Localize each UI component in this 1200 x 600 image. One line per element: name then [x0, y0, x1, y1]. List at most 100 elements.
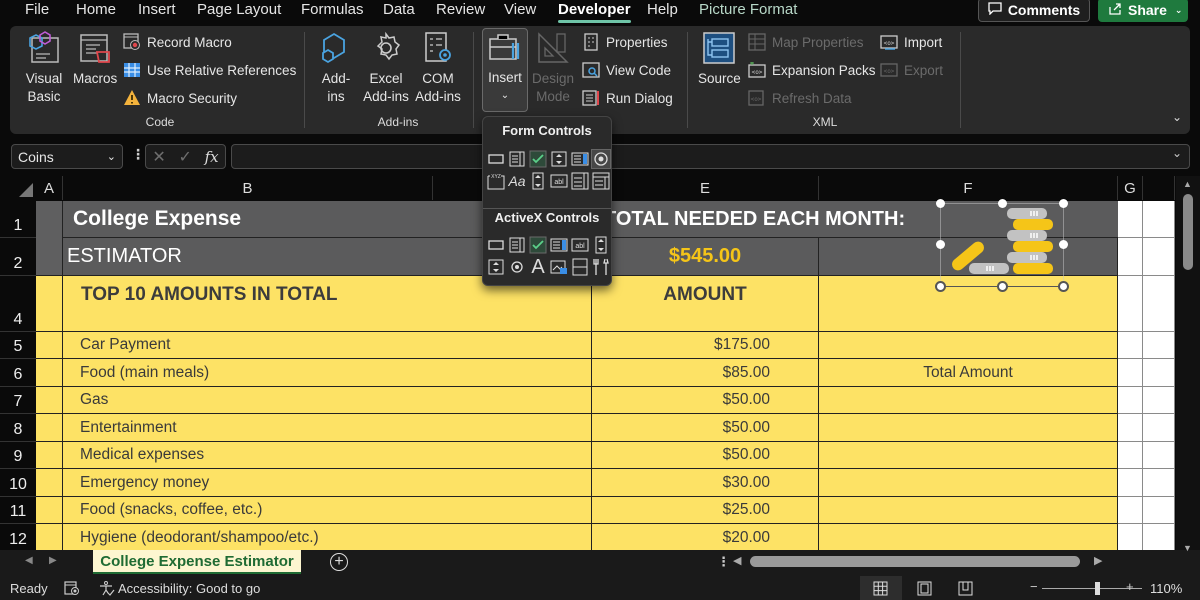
- source-button[interactable]: Source: [698, 30, 741, 88]
- expense-amount-cell[interactable]: $50.00: [592, 387, 819, 414]
- column-header-b[interactable]: B: [63, 176, 433, 200]
- empty-cell[interactable]: [1118, 238, 1143, 276]
- row-header[interactable]: 11: [0, 497, 36, 524]
- row-header[interactable]: 12: [0, 524, 36, 550]
- expense-amount-cell[interactable]: $50.00: [592, 414, 819, 442]
- command-button-icon[interactable]: [486, 235, 506, 255]
- total-needed-value[interactable]: $545.00: [592, 238, 819, 276]
- label-icon[interactable]: Aa: [507, 171, 527, 191]
- cell-f[interactable]: [819, 442, 1118, 469]
- zoom-level[interactable]: 110%: [1150, 581, 1182, 596]
- spin-button-icon[interactable]: [549, 149, 569, 169]
- name-box[interactable]: Coins ⌄: [11, 144, 123, 169]
- expansion-packs-button[interactable]: <o> Expansion Packs: [748, 59, 876, 81]
- toggle-button-icon[interactable]: [570, 257, 590, 277]
- horizontal-scrollbar[interactable]: [750, 556, 1080, 567]
- comments-button[interactable]: Comments: [978, 0, 1090, 22]
- tab-home[interactable]: Home: [76, 0, 116, 20]
- coins-picture[interactable]: [940, 203, 1064, 287]
- expense-name-cell[interactable]: Medical expenses: [63, 442, 592, 469]
- row-header[interactable]: 8: [0, 414, 36, 442]
- insert-controls-button[interactable]: Insert ⌄: [482, 28, 528, 112]
- expense-name-cell[interactable]: Emergency money: [63, 469, 592, 497]
- more-options-icon[interactable]: ⋮: [131, 146, 145, 163]
- zoom-slider-thumb[interactable]: [1095, 582, 1100, 595]
- cell-a[interactable]: [36, 387, 63, 414]
- cell-a[interactable]: [36, 414, 63, 442]
- row-header[interactable]: 2: [0, 238, 36, 276]
- empty-cell[interactable]: [1118, 442, 1143, 469]
- checkbox-icon[interactable]: [528, 149, 548, 169]
- resize-handle[interactable]: [997, 281, 1008, 292]
- cell-f[interactable]: [819, 332, 1118, 359]
- empty-cell[interactable]: [1143, 524, 1175, 550]
- normal-view-button[interactable]: [860, 576, 902, 600]
- empty-cell[interactable]: [1143, 359, 1175, 387]
- empty-cell[interactable]: [1143, 497, 1175, 524]
- scroll-bar-icon[interactable]: [591, 235, 611, 255]
- cell-a[interactable]: [36, 442, 63, 469]
- tab-picture-format[interactable]: Picture Format: [699, 0, 797, 20]
- expense-amount-cell[interactable]: $25.00: [592, 497, 819, 524]
- macro-security-button[interactable]: Macro Security: [123, 87, 237, 109]
- share-button[interactable]: Share ⌄: [1098, 0, 1188, 22]
- column-header-e[interactable]: E: [592, 176, 819, 200]
- row-header[interactable]: 7: [0, 387, 36, 414]
- insert-function-icon[interactable]: fx: [205, 148, 219, 166]
- cell-a1[interactable]: [36, 201, 63, 276]
- empty-cell[interactable]: [1118, 387, 1143, 414]
- confirm-icon[interactable]: ✓: [178, 147, 191, 167]
- empty-cell[interactable]: [1118, 201, 1143, 238]
- page-break-view-button[interactable]: [958, 581, 973, 599]
- add-ins-button[interactable]: Add-ins: [318, 30, 354, 106]
- resize-handle[interactable]: [1059, 199, 1068, 208]
- macro-recording-icon[interactable]: [64, 581, 80, 596]
- cell-f[interactable]: [819, 497, 1118, 524]
- expense-name-cell[interactable]: Hygiene (deodorant/shampoo/etc.): [63, 524, 592, 550]
- empty-cell[interactable]: [1143, 201, 1175, 238]
- excel-add-ins-button[interactable]: Excel Add-ins: [362, 30, 410, 106]
- combo-list-edit-icon[interactable]: [570, 171, 590, 191]
- collapse-ribbon-icon[interactable]: ⌄: [1172, 110, 1182, 124]
- use-relative-references-button[interactable]: Use Relative References: [123, 59, 296, 81]
- column-header-h[interactable]: [1143, 176, 1175, 200]
- resize-handle[interactable]: [998, 199, 1007, 208]
- cancel-icon[interactable]: ✕: [152, 147, 165, 167]
- list-box-icon[interactable]: [549, 235, 569, 255]
- column-header-a[interactable]: A: [36, 176, 63, 200]
- tab-page-layout[interactable]: Page Layout: [197, 0, 281, 20]
- group-box-icon[interactable]: XYZ: [486, 171, 506, 191]
- tab-help[interactable]: Help: [647, 0, 678, 20]
- properties-button[interactable]: Properties: [582, 31, 668, 53]
- cell-f[interactable]: [819, 469, 1118, 497]
- export-button[interactable]: <o> Export: [880, 59, 943, 81]
- empty-cell[interactable]: [1143, 414, 1175, 442]
- button-icon[interactable]: [486, 149, 506, 169]
- expense-amount-cell[interactable]: $85.00: [592, 359, 819, 387]
- cell-a[interactable]: [36, 469, 63, 497]
- map-properties-button[interactable]: Map Properties: [748, 31, 864, 53]
- empty-cell[interactable]: [1143, 238, 1175, 276]
- combo-box-icon[interactable]: [507, 235, 527, 255]
- visual-basic-button[interactable]: Visual Basic: [24, 30, 64, 106]
- option-button-icon[interactable]: [507, 257, 527, 277]
- empty-cell[interactable]: [1118, 469, 1143, 497]
- empty-cell[interactable]: [1118, 359, 1143, 387]
- design-mode-button[interactable]: Design Mode: [532, 30, 574, 106]
- empty-cell[interactable]: [1143, 387, 1175, 414]
- chevron-down-icon[interactable]: ⌄: [107, 150, 116, 163]
- empty-cell[interactable]: [1143, 332, 1175, 359]
- row-header[interactable]: 4: [0, 276, 36, 332]
- combo-dropdown-edit-icon[interactable]: [591, 171, 611, 191]
- label-icon[interactable]: A: [528, 257, 548, 277]
- text-box-icon[interactable]: abl: [570, 235, 590, 255]
- cell-f[interactable]: [819, 387, 1118, 414]
- record-macro-button[interactable]: Record Macro: [123, 31, 232, 53]
- cell-f[interactable]: [819, 414, 1118, 442]
- empty-cell[interactable]: [1118, 524, 1143, 550]
- empty-cell[interactable]: [1118, 276, 1143, 332]
- resize-handle[interactable]: [1059, 240, 1068, 249]
- empty-cell[interactable]: [1143, 469, 1175, 497]
- row-header[interactable]: 10: [0, 469, 36, 497]
- row-header[interactable]: 9: [0, 442, 36, 469]
